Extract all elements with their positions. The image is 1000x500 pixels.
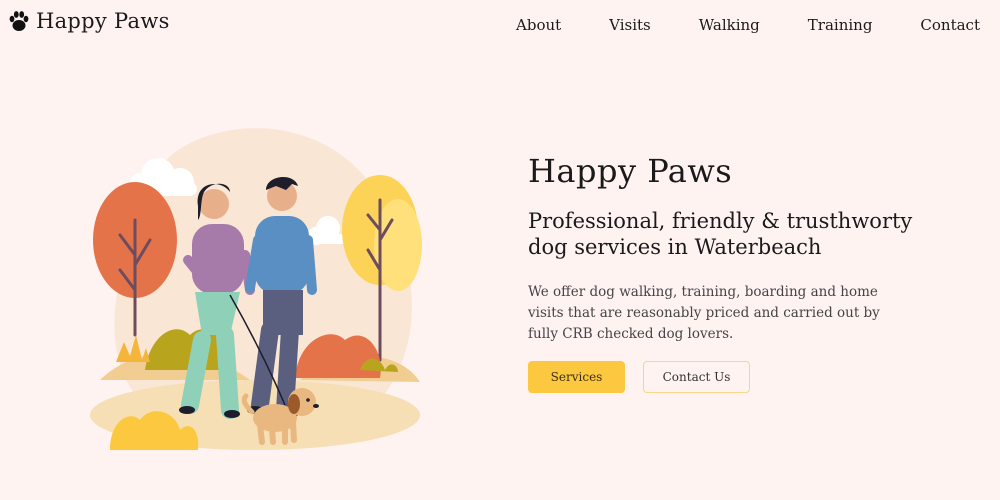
hero-illustration bbox=[80, 120, 440, 460]
navbar: Happy Paws About Visits Walking Training… bbox=[0, 0, 1000, 50]
paw-icon bbox=[9, 11, 29, 31]
brand-logo[interactable]: Happy Paws bbox=[8, 9, 170, 33]
nav-item-contact[interactable]: Contact bbox=[920, 16, 980, 34]
hero-subtitle: Professional, friendly & trusthworty dog… bbox=[528, 209, 913, 259]
nav-item-walking[interactable]: Walking bbox=[699, 16, 760, 34]
nav-item-about[interactable]: About bbox=[516, 16, 561, 34]
services-button[interactable]: Services bbox=[528, 361, 625, 393]
brand-name: Happy Paws bbox=[36, 9, 170, 33]
hero-title: Happy Paws bbox=[528, 152, 733, 190]
nav-item-visits[interactable]: Visits bbox=[609, 16, 651, 34]
hero-buttons: Services Contact Us bbox=[528, 361, 948, 393]
contact-us-button[interactable]: Contact Us bbox=[643, 361, 750, 393]
hero-description: We offer dog walking, training, boarding… bbox=[528, 284, 880, 342]
nav-links: About Visits Walking Training Contact bbox=[516, 16, 980, 34]
hero-section: Happy Paws Professional, friendly & trus… bbox=[528, 152, 948, 393]
nav-item-training[interactable]: Training bbox=[808, 16, 873, 34]
